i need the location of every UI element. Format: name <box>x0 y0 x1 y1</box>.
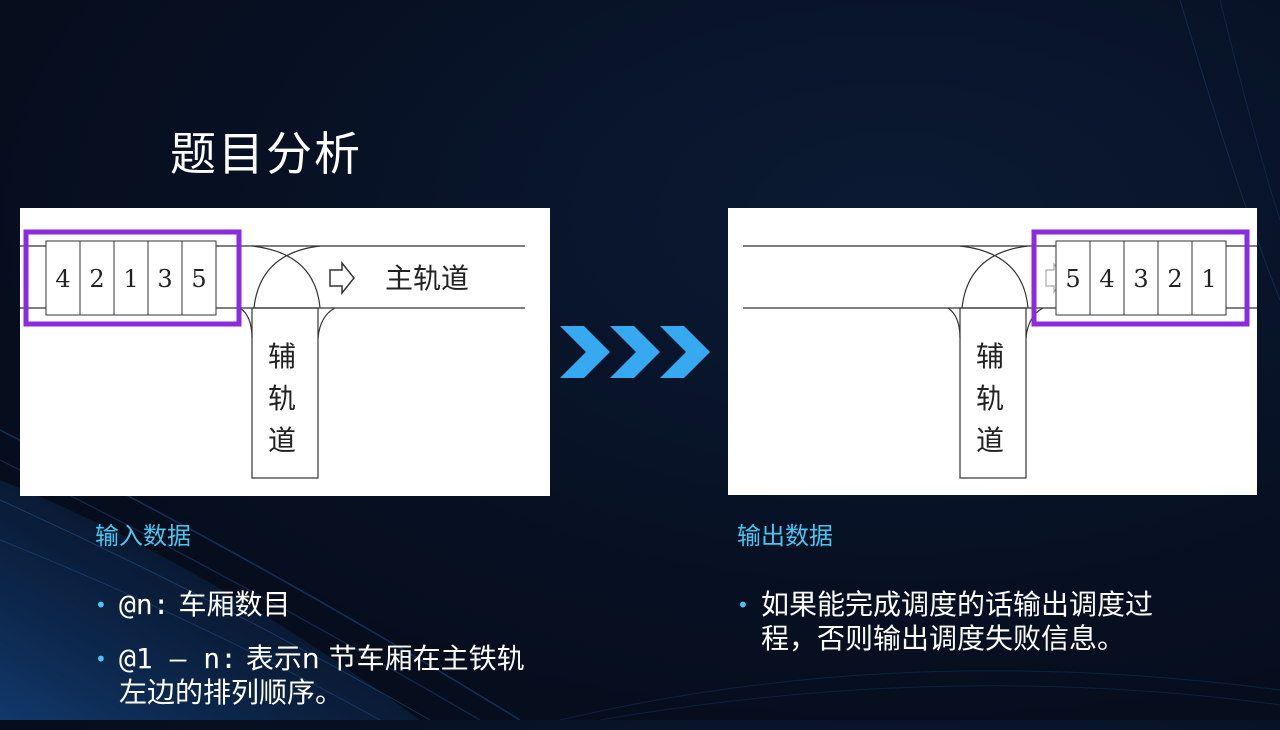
car-number: 3 <box>1133 265 1148 293</box>
car-row: 42135 <box>45 240 217 316</box>
input-bullet-list: • @n: 车厢数目 • @1 – n: 表示n 节车厢在主铁轨左边的排列顺序。 <box>95 588 535 730</box>
side-track-label-1: 辅 <box>268 340 296 373</box>
list-item: • @n: 车厢数目 <box>95 588 535 622</box>
side-track-label-2: 轨 <box>976 382 1004 415</box>
car-number: 2 <box>1167 265 1182 293</box>
param-code: @n: <box>119 588 170 621</box>
slide-title: 题目分析 <box>170 127 362 181</box>
bullet-icon: • <box>95 647 107 671</box>
car-number: 3 <box>157 265 172 293</box>
side-track-label-1: 辅 <box>976 340 1004 373</box>
output-heading: 输出数据 <box>737 522 833 550</box>
param-desc: 车厢数目 <box>169 588 291 621</box>
car-number: 5 <box>191 265 206 293</box>
side-track-label-3: 道 <box>268 424 296 457</box>
car-row: 54321 <box>1055 240 1227 316</box>
param-code: @1 – n: <box>119 642 238 675</box>
list-item: • @1 – n: 表示n 节车厢在主铁轨左边的排列顺序。 <box>95 642 535 710</box>
input-heading: 输入数据 <box>95 522 191 550</box>
output-desc: 如果能完成调度的话输出调度过程，否则输出调度失败信息。 <box>761 588 1154 655</box>
car-number: 2 <box>89 265 104 293</box>
car-number: 1 <box>1201 265 1216 293</box>
bullet-icon: • <box>95 593 107 617</box>
input-diagram: 42135 主轨道 辅 轨 道 <box>20 208 550 496</box>
side-track-label-3: 道 <box>976 424 1004 457</box>
car-number: 4 <box>55 265 70 293</box>
car-number: 1 <box>123 265 138 293</box>
car-number: 5 <box>1065 265 1080 293</box>
main-track-label: 主轨道 <box>385 262 469 295</box>
input-track-svg: 42135 主轨道 辅 轨 道 <box>20 229 525 479</box>
bullet-icon: • <box>737 593 749 617</box>
car-number: 4 <box>1099 265 1114 293</box>
list-item: • 如果能完成调度的话输出调度过程，否则输出调度失败信息。 <box>737 588 1187 656</box>
triple-chevron-right-icon <box>560 326 710 378</box>
output-track-svg: 54321 辅 轨 道 <box>743 229 1257 479</box>
side-track-label-2: 轨 <box>268 382 296 415</box>
output-diagram: 54321 辅 轨 道 <box>728 208 1257 495</box>
output-bullet-list: • 如果能完成调度的话输出调度过程，否则输出调度失败信息。 <box>737 588 1187 676</box>
direction-arrow-icon <box>329 260 355 296</box>
